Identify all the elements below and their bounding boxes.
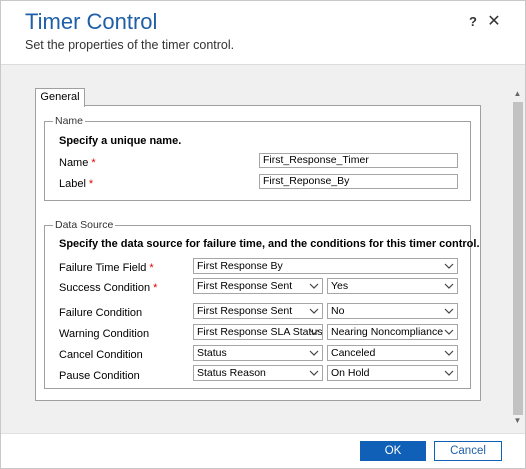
cancel-condition-value-select[interactable]: Canceled [327,345,458,361]
chevron-down-icon [444,366,454,380]
failure-condition-value: No [331,305,345,317]
pause-condition-value: On Hold [331,367,370,379]
scroll-up-arrow-icon[interactable]: ▲ [511,88,524,100]
failure-time-field-select[interactable]: First Response By [193,258,458,274]
required-marker: * [88,178,94,190]
label-field-label: Label * [59,178,94,190]
help-icon[interactable]: ? [466,13,480,31]
pause-condition-value-select[interactable]: On Hold [327,365,458,381]
required-marker: * [91,157,96,169]
data-source-heading: Specify the data source for failure time… [59,238,480,250]
footer-divider [1,433,525,434]
ok-button[interactable]: OK [360,441,426,461]
success-condition-label: Success Condition * [59,282,158,294]
close-icon[interactable]: ✕ [486,12,502,32]
cancel-button[interactable]: Cancel [434,441,502,461]
label-input[interactable]: First_Reponse_By [259,174,458,189]
pause-condition-field-value: Status Reason [197,367,266,379]
chevron-down-icon [309,279,319,293]
success-condition-field-select[interactable]: First Response Sent [193,278,323,294]
chevron-down-icon [444,325,454,339]
warning-condition-value-select[interactable]: Nearing Noncompliance [327,324,458,340]
scroll-down-arrow-icon[interactable]: ▼ [511,415,524,427]
chevron-down-icon [309,304,319,318]
chevron-down-icon [444,346,454,360]
failure-condition-field-value: First Response Sent [197,305,293,317]
warning-condition-label: Warning Condition [59,328,150,340]
success-condition-value: Yes [331,280,349,292]
scrollbar-thumb[interactable] [513,102,523,415]
chevron-down-icon [309,346,319,360]
cancel-condition-label: Cancel Condition [59,349,143,361]
timer-control-dialog: Timer Control Set the properties of the … [0,0,526,469]
chevron-down-icon [444,304,454,318]
name-section-heading: Specify a unique name. [59,135,182,147]
dialog-subtitle: Set the properties of the timer control. [25,38,235,52]
cancel-condition-field-value: Status [197,347,227,359]
success-condition-value-select[interactable]: Yes [327,278,458,294]
pause-condition-label: Pause Condition [59,370,140,382]
chevron-down-icon [444,259,454,273]
name-input[interactable]: First_Response_Timer [259,153,458,168]
warning-condition-value: Nearing Noncompliance [331,326,444,338]
cancel-condition-field-select[interactable]: Status [193,345,323,361]
name-legend: Name [55,115,84,127]
name-field-label: Name * [59,157,96,169]
cancel-condition-value: Canceled [331,347,376,359]
chevron-down-icon [309,325,319,339]
warning-condition-field-value: First Response SLA Status [197,326,323,338]
required-marker: * [149,262,154,274]
required-marker: * [153,282,158,294]
warning-condition-field-select[interactable]: First Response SLA Status [193,324,323,340]
chevron-down-icon [444,279,454,293]
failure-time-field-value: First Response By [197,260,283,272]
pause-condition-field-select[interactable]: Status Reason [193,365,323,381]
failure-condition-value-select[interactable]: No [327,303,458,319]
chevron-down-icon [309,366,319,380]
failure-condition-field-select[interactable]: First Response Sent [193,303,323,319]
failure-condition-label: Failure Condition [59,307,143,319]
dialog-title: Timer Control [25,9,158,34]
tab-general[interactable]: General [35,88,85,107]
success-condition-field-value: First Response Sent [197,280,293,292]
failure-time-field-label: Failure Time Field * [59,262,154,274]
data-source-legend: Data Source [55,219,114,231]
